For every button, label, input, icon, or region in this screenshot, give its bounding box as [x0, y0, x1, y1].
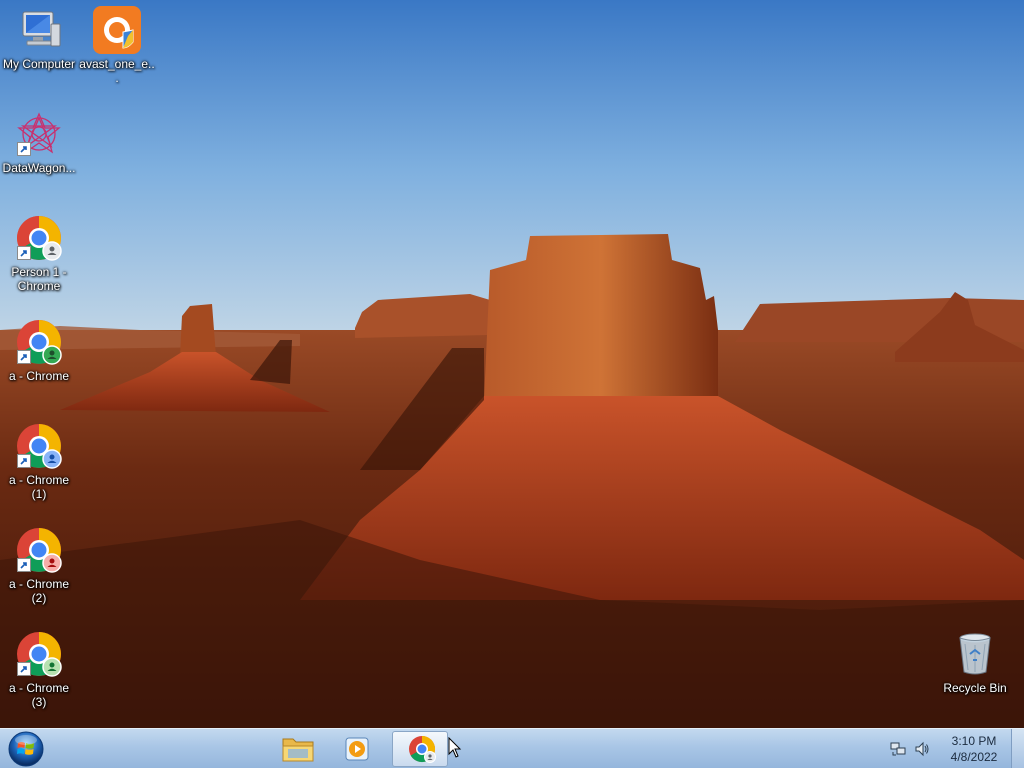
desktop-icon-my-computer[interactable]: My Computer — [0, 6, 78, 71]
wallpaper — [0, 0, 1024, 728]
volume-icon[interactable] — [914, 741, 930, 757]
desktop-icon-person1-chrome[interactable]: Person 1 - Chrome — [0, 214, 78, 293]
computer-icon — [22, 11, 61, 47]
shortcut-arrow-icon — [17, 350, 31, 364]
icon-label: DataWagon... — [2, 161, 76, 175]
shortcut-arrow-icon — [17, 662, 31, 676]
clock[interactable]: 3:10 PM 4/8/2022 — [936, 733, 1012, 765]
icon-label: a - Chrome — [8, 369, 70, 383]
taskbar-chrome-button[interactable] — [392, 731, 448, 767]
icon-label: Person 1 - Chrome — [11, 265, 67, 293]
chrome-icon — [409, 735, 436, 763]
shortcut-arrow-icon — [17, 246, 31, 260]
icon-label: a - Chrome (1) — [8, 473, 70, 501]
shortcut-arrow-icon — [17, 558, 31, 572]
desktop-icon-a-chrome[interactable]: a - Chrome — [0, 318, 78, 383]
icon-label: a - Chrome (2) — [8, 577, 70, 605]
taskbar-media-player-button[interactable] — [330, 731, 386, 767]
shortcut-arrow-icon — [17, 454, 31, 468]
clock-time: 3:10 PM — [951, 734, 997, 748]
desktop-icon-recycle-bin[interactable]: Recycle Bin — [936, 630, 1014, 695]
avast-icon — [93, 6, 141, 54]
shortcut-arrow-icon — [17, 142, 31, 156]
recycle-bin-icon — [959, 633, 991, 675]
desktop-icon-a-chrome-2[interactable]: a - Chrome (2) — [0, 526, 78, 605]
desktop-icon-avast[interactable]: avast_one_e... — [78, 6, 156, 85]
icon-label: a - Chrome (3) — [8, 681, 70, 709]
windows-start-orb-icon — [8, 731, 44, 767]
desktop[interactable]: My Computer avast_one_e... DataWagon... … — [0, 0, 1024, 728]
icon-label: My Computer — [2, 57, 76, 71]
icon-label: avast_one_e... — [79, 57, 155, 85]
desktop-icon-a-chrome-1[interactable]: a - Chrome (1) — [0, 422, 78, 501]
desktop-icon-datawagon[interactable]: DataWagon... — [0, 110, 78, 175]
mouse-cursor-icon — [448, 737, 462, 758]
icon-label: Recycle Bin — [943, 681, 1007, 695]
media-player-icon — [345, 737, 369, 761]
network-icon[interactable] — [890, 741, 906, 757]
start-button[interactable] — [6, 730, 46, 768]
taskbar: 3:10 PM 4/8/2022 — [0, 728, 1024, 768]
folder-icon — [282, 738, 314, 762]
desktop-icon-a-chrome-3[interactable]: a - Chrome (3) — [0, 630, 78, 709]
clock-date: 4/8/2022 — [950, 750, 998, 764]
show-desktop-button[interactable] — [1011, 729, 1024, 768]
taskbar-explorer-button[interactable] — [270, 731, 326, 767]
